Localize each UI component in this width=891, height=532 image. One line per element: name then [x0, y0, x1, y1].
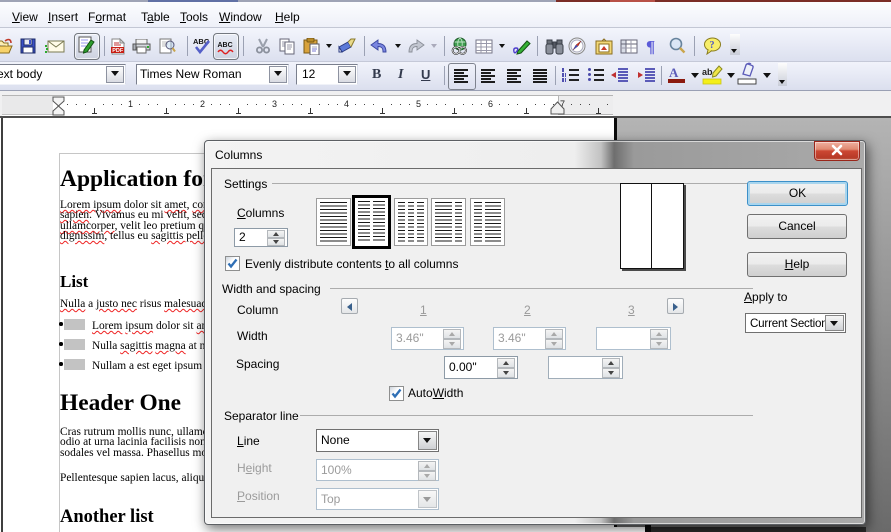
svg-text:¶: ¶ [646, 38, 655, 55]
svg-text:PDF: PDF [112, 48, 124, 54]
svg-text:ABC: ABC [218, 42, 233, 49]
svg-text:?: ? [710, 40, 715, 51]
svg-text:ab: ab [702, 67, 713, 77]
